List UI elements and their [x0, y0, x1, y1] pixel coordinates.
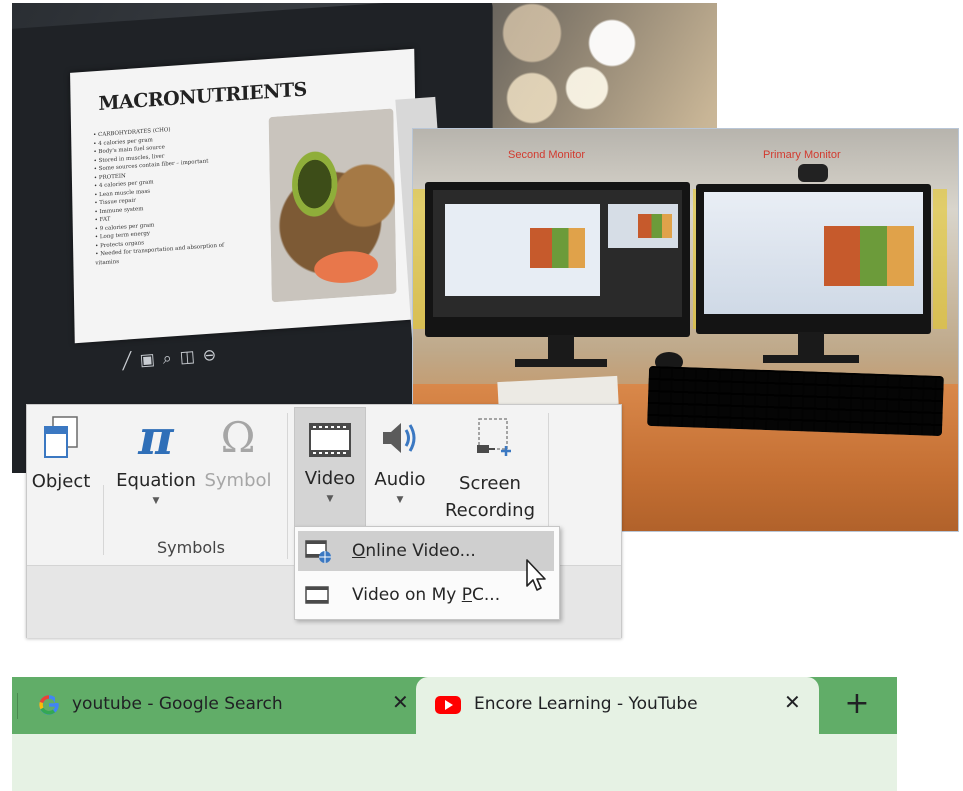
mouse-cursor-icon [526, 559, 546, 591]
video-on-my-pc-label: Video on My PC... [352, 585, 500, 605]
monitor-base [515, 359, 607, 367]
mini-slide-image [530, 228, 585, 268]
close-icon[interactable]: ✕ [392, 690, 409, 714]
food-image [268, 108, 397, 303]
close-icon[interactable]: ✕ [784, 690, 801, 714]
video-on-my-pc-text-end: C... [472, 585, 501, 605]
film-icon [309, 423, 351, 457]
browser-content-area [12, 734, 897, 791]
slide-bullets: • CARBOHYDRATES (CHO) • 4 calories per g… [93, 120, 255, 267]
screen-recording-label-line1: Screen [459, 473, 521, 494]
object-button[interactable]: Object [27, 405, 95, 525]
monitor-base [763, 355, 859, 363]
webcam [798, 164, 828, 182]
video-on-my-pc-text: Video on My [352, 585, 462, 605]
online-video-icon [305, 540, 331, 563]
pen-icon: ╱ [121, 352, 141, 371]
chevron-down-icon: ▼ [396, 495, 404, 505]
mini-slide-image [824, 226, 914, 286]
ribbon-separator [287, 413, 288, 559]
pointer-icon: ◫ [179, 347, 204, 367]
omega-icon: Ω [220, 413, 256, 462]
chevron-down-icon: ▼ [152, 496, 160, 506]
second-monitor-screen [433, 190, 682, 317]
second-monitor-label: Second Monitor [508, 149, 586, 161]
tab-google-search[interactable]: youtube - Google Search ✕ [20, 677, 420, 734]
audio-label: Audio [374, 469, 426, 490]
tab-title: youtube - Google Search [72, 694, 283, 714]
primary-monitor-label: Primary Monitor [763, 149, 841, 161]
tab-encore-learning[interactable]: Encore Learning - YouTube ✕ [416, 677, 819, 734]
presenter-next-slide [608, 204, 678, 248]
ribbon-separator [103, 485, 104, 555]
presenter-current-slide [445, 204, 600, 296]
equation-label: Equation [116, 470, 196, 491]
youtube-icon [435, 696, 461, 714]
chevron-down-icon: ▼ [326, 494, 334, 504]
primary-monitor-screen [704, 192, 923, 314]
pi-icon: π [138, 410, 174, 466]
zoom-icon: ⌕ [162, 349, 181, 368]
keyboard [647, 365, 944, 437]
more-icon: ⊖ [202, 346, 225, 365]
screen-recording-icon [477, 418, 511, 456]
symbols-group-label: Symbols [157, 538, 225, 557]
object-label: Object [31, 471, 91, 492]
google-g-icon [39, 695, 60, 715]
video-label: Video [304, 468, 356, 489]
audio-button[interactable]: Audio ▼ [368, 405, 432, 530]
mini-slide-image [638, 214, 672, 238]
tab-title: Encore Learning - YouTube [474, 694, 698, 714]
object-icon [44, 416, 78, 458]
browser-tab-strip: youtube - Google Search ✕ Encore Learnin… [12, 677, 897, 791]
slides-icon: ▣ [139, 350, 164, 370]
film-icon [305, 586, 329, 604]
presentation-slide: MACRONUTRIENTS • CARBOHYDRATES (CHO) • 4… [70, 48, 419, 344]
equation-button[interactable]: π Equation ▼ [113, 405, 199, 530]
symbol-button[interactable]: Ω Symbol [199, 405, 277, 525]
symbol-label: Symbol [204, 470, 272, 491]
online-video-text: nline Video... [365, 541, 476, 561]
online-video-accelerator: O [352, 541, 366, 561]
screen-recording-label-line2: Recording [444, 500, 536, 521]
second-monitor [425, 182, 690, 337]
tab-divider [17, 693, 18, 719]
screen-recording-button[interactable]: Screen Recording [439, 405, 541, 530]
slide-title: MACRONUTRIENTS [98, 78, 307, 115]
speaker-icon [383, 423, 416, 453]
online-video-label: Online Video... [352, 541, 476, 561]
video-dropdown-menu: Online Video... Video on My PC... [294, 526, 560, 620]
primary-monitor [696, 184, 931, 334]
video-on-my-pc-menu-item[interactable]: Video on My PC... [298, 575, 554, 615]
video-button[interactable]: Video ▼ [294, 407, 366, 529]
new-tab-button[interactable]: + [839, 685, 875, 723]
video-on-my-pc-accelerator: P [461, 585, 473, 605]
online-video-menu-item[interactable]: Online Video... [298, 531, 554, 571]
